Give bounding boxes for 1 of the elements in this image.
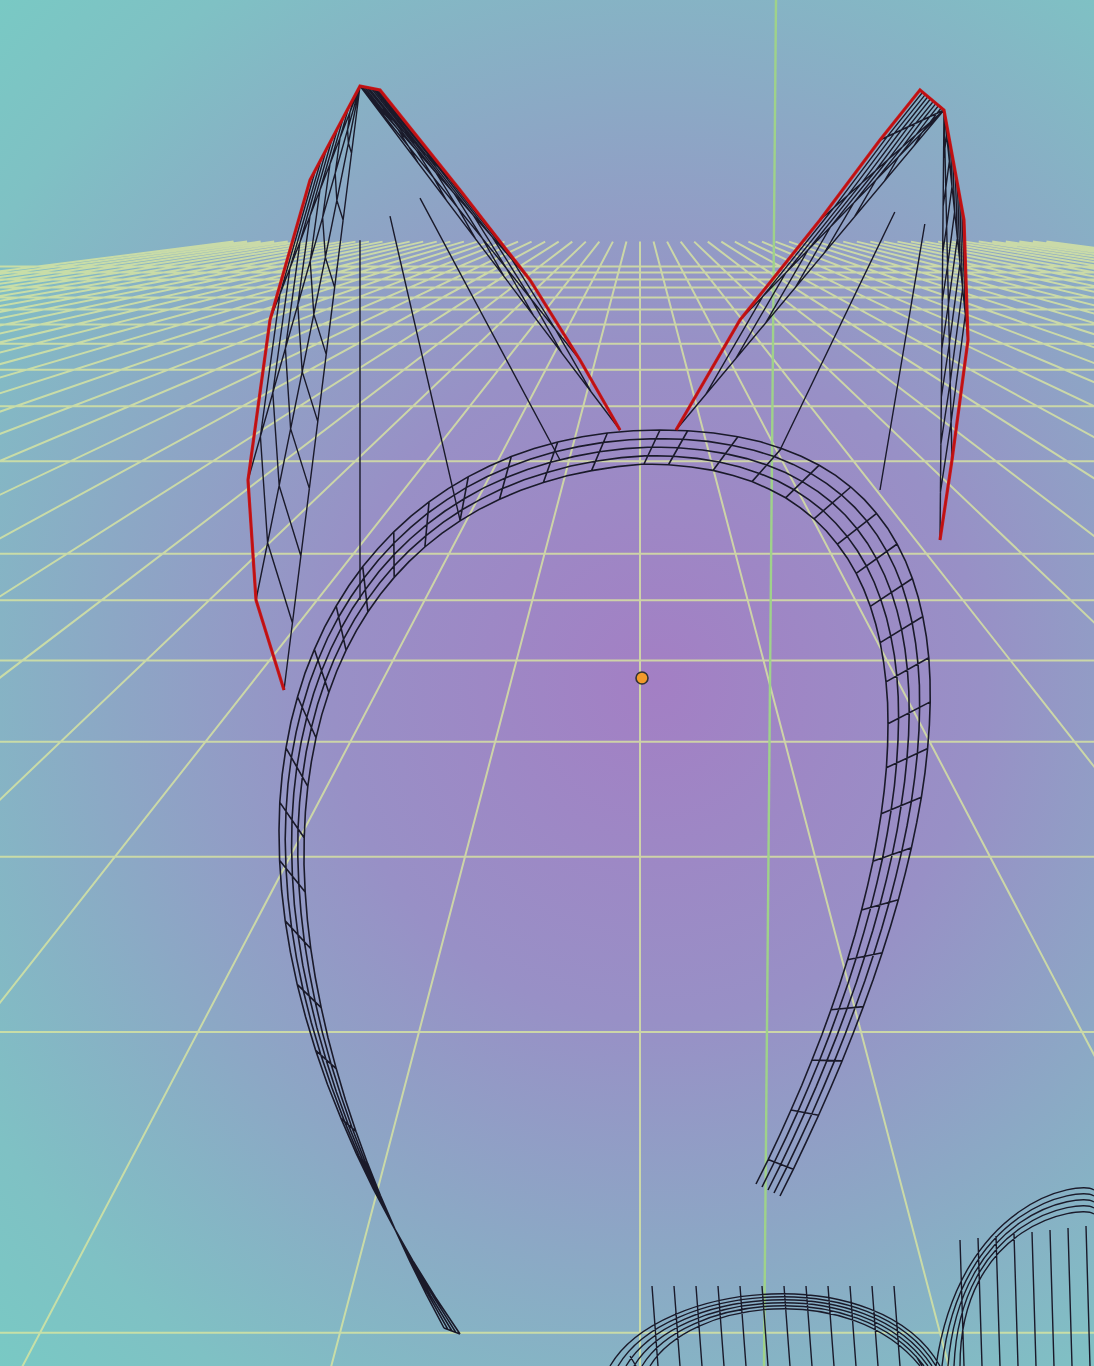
origin-dot-icon xyxy=(635,671,649,685)
